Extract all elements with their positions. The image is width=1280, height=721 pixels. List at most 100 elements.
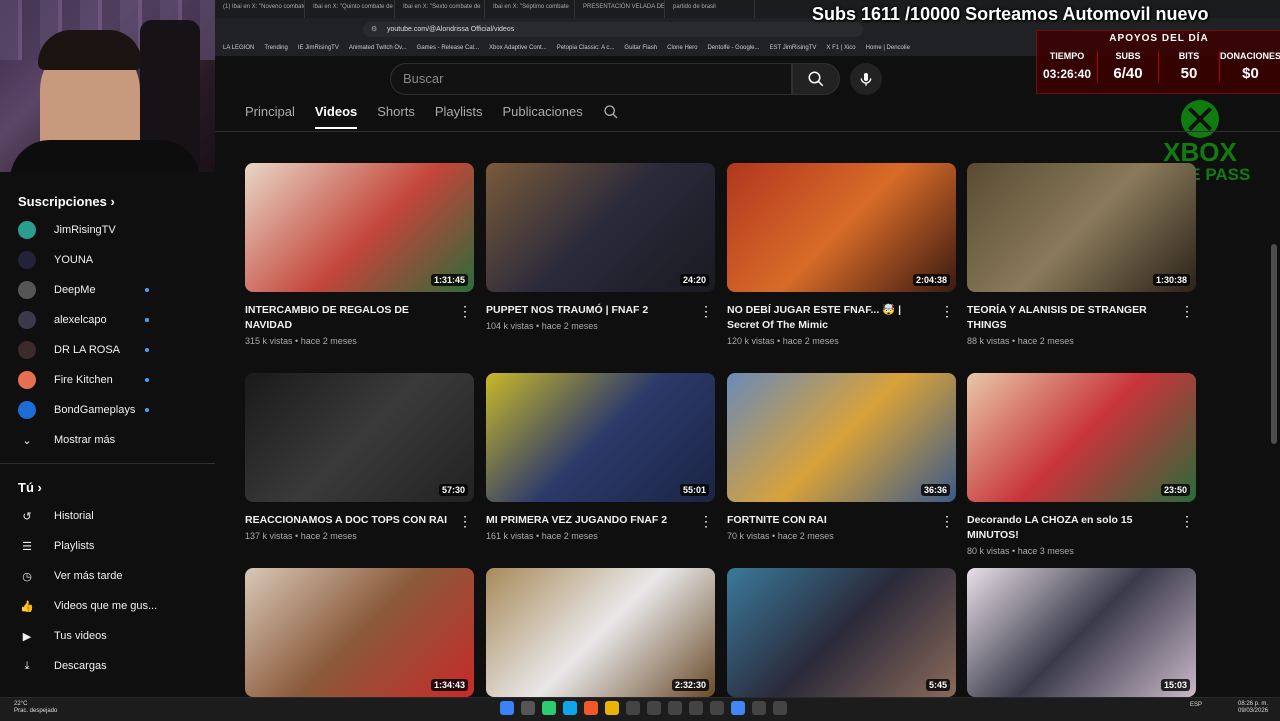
video-title[interactable]: FORTNITE CON RAI	[727, 513, 956, 528]
video-card[interactable]: 2:32:30	[486, 568, 715, 697]
clock[interactable]: 08:26 p. m. 09/03/2026	[1238, 701, 1268, 715]
tab-videos[interactable]: Videos	[314, 104, 358, 129]
video-title[interactable]: REACCIONAMOS A DOC TOPS CON RAI	[245, 513, 474, 528]
more-options-icon[interactable]: ⋮	[1180, 303, 1194, 320]
video-thumbnail[interactable]: 36:36	[727, 373, 956, 502]
video-card[interactable]: 1:31:45 INTERCAMBIO DE REGALOS DE NAVIDAD…	[245, 163, 474, 346]
app-icon[interactable]	[752, 701, 766, 715]
weather-widget[interactable]: 22°C Prac. despejado	[14, 701, 57, 715]
browser-tab[interactable]: PRESENTACIÓN VELADA DEL	[575, 0, 665, 18]
search-icon[interactable]	[521, 701, 535, 715]
sidebar-item[interactable]: ⤓ Descargas	[0, 651, 215, 681]
language-indicator[interactable]: ESP	[1190, 702, 1202, 708]
bookmark[interactable]: Dentolfe - Google...	[707, 41, 759, 55]
video-thumbnail[interactable]: 55:01	[486, 373, 715, 502]
copilot-icon[interactable]	[542, 701, 556, 715]
sidebar-item[interactable]: ▶ Tus videos	[0, 621, 215, 651]
video-thumbnail[interactable]: 57:30	[245, 373, 474, 502]
video-card[interactable]: 24:20 PUPPET NOS TRAUMÓ | FNAF 2 104 k vis…	[486, 163, 715, 331]
more-options-icon[interactable]: ⋮	[699, 303, 713, 320]
video-thumbnail[interactable]: 15:03	[967, 568, 1196, 697]
you-heading[interactable]: Tú ›	[0, 472, 215, 501]
bookmark[interactable]: Guitar Flash	[624, 41, 657, 55]
folder-icon[interactable]	[605, 701, 619, 715]
bookmark[interactable]: Games - Release Cal...	[417, 41, 479, 55]
sidebar-channel[interactable]: JimRisingTV	[0, 215, 215, 245]
video-card[interactable]: 2:04:38 NO DEBÍ JUGAR ESTE FNAF... 🤯 | Se…	[727, 163, 956, 346]
search-input[interactable]: Buscar	[390, 63, 792, 95]
more-options-icon[interactable]: ⋮	[940, 303, 954, 320]
bookmark[interactable]: Xbox Adaptive Cont...	[489, 41, 547, 55]
video-title[interactable]: Decorando LA CHOZA en solo 15 MINUTOS!	[967, 513, 1196, 543]
sidebar-channel[interactable]: BondGameplays	[0, 395, 215, 425]
tab-playlists[interactable]: Playlists	[435, 104, 483, 129]
site-info-icon[interactable]: ⚙	[371, 22, 377, 37]
bookmark[interactable]: Petopia Classic: A c...	[557, 41, 615, 55]
video-title[interactable]: NO DEBÍ JUGAR ESTE FNAF... 🤯 | Secret Of…	[727, 303, 956, 333]
app-icon[interactable]	[689, 701, 703, 715]
video-card[interactable]: 36:36 FORTNITE CON RAI 70 k vistas • hace …	[727, 373, 956, 541]
more-options-icon[interactable]: ⋮	[458, 303, 472, 320]
settings-icon[interactable]	[710, 701, 724, 715]
bookmark[interactable]: Animated Twitch Ov...	[349, 41, 407, 55]
show-more-button[interactable]: ⌄ Mostrar más	[0, 425, 215, 455]
video-card[interactable]: 23:50 Decorando LA CHOZA en solo 15 MINUT…	[967, 373, 1196, 556]
bookmark[interactable]: IE JimRisingTV	[298, 41, 339, 55]
browser-tab[interactable]: Ibai en X: "Sexto combate de	[395, 0, 485, 18]
video-title[interactable]: INTERCAMBIO DE REGALOS DE NAVIDAD	[245, 303, 474, 333]
more-options-icon[interactable]: ⋮	[940, 513, 954, 530]
sidebar-item[interactable]: ◷ Ver más tarde	[0, 561, 215, 591]
video-card[interactable]: 15:03	[967, 568, 1196, 697]
sidebar-channel[interactable]: DeepMe	[0, 275, 215, 305]
tab-shorts[interactable]: Shorts	[377, 104, 415, 129]
video-thumbnail[interactable]: 1:34:43	[245, 568, 474, 697]
start-icon[interactable]	[500, 701, 514, 715]
more-options-icon[interactable]: ⋮	[699, 513, 713, 530]
tab-publicaciones[interactable]: Publicaciones	[503, 104, 583, 129]
more-options-icon[interactable]: ⋮	[1180, 513, 1194, 530]
sidebar-item[interactable]: ☰ Playlists	[0, 531, 215, 561]
sidebar-item[interactable]: 👍 Videos que me gus...	[0, 591, 215, 621]
app-icon[interactable]	[626, 701, 640, 715]
video-card[interactable]: 1:34:43	[245, 568, 474, 697]
sidebar-item[interactable]: ↺ Historial	[0, 501, 215, 531]
app-icon[interactable]	[773, 701, 787, 715]
address-bar[interactable]: ⚙ youtube.com/@Alondrissa Official/video…	[363, 22, 863, 37]
video-thumbnail[interactable]: 2:32:30	[486, 568, 715, 697]
video-thumbnail[interactable]: 1:30:38	[967, 163, 1196, 292]
video-title[interactable]: PUPPET NOS TRAUMÓ | FNAF 2	[486, 303, 715, 318]
edge-icon[interactable]	[563, 701, 577, 715]
video-thumbnail[interactable]: 23:50	[967, 373, 1196, 502]
sidebar-channel[interactable]: Fire Kitchen	[0, 365, 215, 395]
bookmark[interactable]: LA LEGION	[223, 41, 254, 55]
channel-search-button[interactable]	[603, 104, 619, 129]
bookmark[interactable]: Clone Hero	[667, 41, 697, 55]
sidebar-channel[interactable]: DR LA ROSA	[0, 335, 215, 365]
bookmark[interactable]: Home | Dencolie	[866, 41, 910, 55]
browser-tab[interactable]: Ibai en X: "Séptimo combate	[485, 0, 575, 18]
video-thumbnail[interactable]: 2:04:38	[727, 163, 956, 292]
sidebar-channel[interactable]: YOUNA	[0, 245, 215, 275]
browser-tab[interactable]: (1) Ibai en X: "Noveno combate	[215, 0, 305, 18]
video-card[interactable]: 57:30 REACCIONAMOS A DOC TOPS CON RAI 137 …	[245, 373, 474, 541]
voice-search-button[interactable]	[850, 63, 882, 95]
video-thumbnail[interactable]: 24:20	[486, 163, 715, 292]
chrome-icon[interactable]	[731, 701, 745, 715]
sidebar-channel[interactable]: alexelcapo	[0, 305, 215, 335]
bookmark[interactable]: Trending	[264, 41, 287, 55]
browser-tab[interactable]: Ibai en X: "Quinto combate de	[305, 0, 395, 18]
video-thumbnail[interactable]: 1:31:45	[245, 163, 474, 292]
search-button[interactable]	[792, 63, 840, 95]
video-title[interactable]: MI PRIMERA VEZ JUGANDO FNAF 2	[486, 513, 715, 528]
more-options-icon[interactable]: ⋮	[458, 513, 472, 530]
video-thumbnail[interactable]: 5:45	[727, 568, 956, 697]
brave-icon[interactable]	[584, 701, 598, 715]
bookmark[interactable]: X F1 | Xico	[826, 41, 855, 55]
page-scrollbar[interactable]	[1271, 244, 1277, 444]
app-icon[interactable]	[647, 701, 661, 715]
video-title[interactable]: TEORÍA Y ALANISIS DE STRANGER THINGS	[967, 303, 1196, 333]
bookmark[interactable]: EST JimRisingTV	[770, 41, 817, 55]
xbox-app-icon[interactable]	[668, 701, 682, 715]
tab-principal[interactable]: Principal	[245, 104, 295, 129]
subscriptions-heading[interactable]: Suscripciones ›	[0, 172, 215, 215]
